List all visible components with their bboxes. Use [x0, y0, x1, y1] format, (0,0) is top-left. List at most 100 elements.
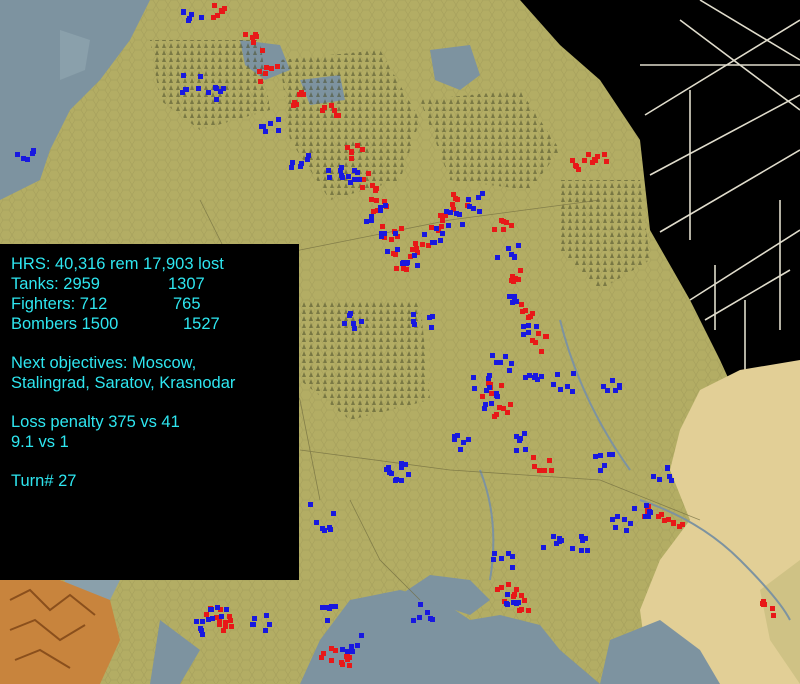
unit-counter[interactable] — [215, 13, 220, 18]
unit-counter[interactable] — [355, 143, 360, 148]
unit-counter[interactable] — [499, 556, 504, 561]
unit-counter[interactable] — [299, 90, 304, 95]
unit-counter[interactable] — [430, 314, 435, 319]
unit-counter[interactable] — [440, 218, 445, 223]
unit-counter[interactable] — [519, 593, 524, 598]
unit-counter[interactable] — [306, 153, 311, 158]
unit-counter[interactable] — [549, 468, 554, 473]
unit-counter[interactable] — [570, 546, 575, 551]
unit-counter[interactable] — [198, 74, 203, 79]
unit-counter[interactable] — [227, 614, 232, 619]
unit-counter[interactable] — [534, 324, 539, 329]
unit-counter[interactable] — [448, 210, 453, 215]
unit-counter[interactable] — [332, 108, 337, 113]
unit-counter[interactable] — [582, 158, 587, 163]
unit-counter[interactable] — [466, 437, 471, 442]
unit-counter[interactable] — [401, 266, 406, 271]
unit-counter[interactable] — [432, 240, 437, 245]
unit-counter[interactable] — [334, 113, 339, 118]
unit-counter[interactable] — [194, 619, 199, 624]
unit-counter[interactable] — [250, 622, 255, 627]
unit-counter[interactable] — [610, 517, 615, 522]
unit-counter[interactable] — [380, 224, 385, 229]
unit-counter[interactable] — [415, 263, 420, 268]
unit-counter[interactable] — [213, 85, 218, 90]
unit-counter[interactable] — [506, 551, 511, 556]
unit-counter[interactable] — [624, 528, 629, 533]
unit-counter[interactable] — [519, 302, 524, 307]
unit-counter[interactable] — [662, 518, 667, 523]
unit-counter[interactable] — [200, 619, 205, 624]
unit-counter[interactable] — [509, 223, 514, 228]
unit-counter[interactable] — [218, 89, 223, 94]
unit-counter[interactable] — [400, 261, 405, 266]
unit-counter[interactable] — [260, 48, 265, 53]
unit-counter[interactable] — [340, 647, 345, 652]
unit-counter[interactable] — [446, 223, 451, 228]
unit-counter[interactable] — [617, 383, 622, 388]
unit-counter[interactable] — [181, 10, 186, 15]
unit-counter[interactable] — [593, 454, 598, 459]
unit-counter[interactable] — [512, 592, 517, 597]
unit-counter[interactable] — [565, 384, 570, 389]
unit-counter[interactable] — [325, 618, 330, 623]
unit-counter[interactable] — [379, 231, 384, 236]
unit-counter[interactable] — [514, 601, 519, 606]
unit-counter[interactable] — [593, 158, 598, 163]
unit-counter[interactable] — [210, 616, 215, 621]
unit-counter[interactable] — [383, 203, 388, 208]
unit-counter[interactable] — [308, 502, 313, 507]
unit-counter[interactable] — [429, 325, 434, 330]
unit-counter[interactable] — [345, 145, 350, 150]
unit-counter[interactable] — [491, 557, 496, 562]
unit-counter[interactable] — [677, 524, 682, 529]
unit-counter[interactable] — [602, 463, 607, 468]
unit-counter[interactable] — [263, 71, 268, 76]
unit-counter[interactable] — [187, 16, 192, 21]
unit-counter[interactable] — [355, 643, 360, 648]
unit-counter[interactable] — [269, 66, 274, 71]
unit-counter[interactable] — [215, 605, 220, 610]
unit-counter[interactable] — [632, 506, 637, 511]
unit-counter[interactable] — [570, 158, 575, 163]
unit-counter[interactable] — [480, 394, 485, 399]
unit-counter[interactable] — [349, 644, 354, 649]
unit-counter[interactable] — [181, 73, 186, 78]
unit-counter[interactable] — [551, 534, 556, 539]
unit-counter[interactable] — [342, 321, 347, 326]
unit-counter[interactable] — [428, 616, 433, 621]
unit-counter[interactable] — [349, 156, 354, 161]
unit-counter[interactable] — [264, 613, 269, 618]
unit-counter[interactable] — [494, 360, 499, 365]
unit-counter[interactable] — [533, 340, 538, 345]
unit-counter[interactable] — [414, 246, 419, 251]
unit-counter[interactable] — [521, 332, 526, 337]
unit-counter[interactable] — [490, 353, 495, 358]
unit-counter[interactable] — [503, 354, 508, 359]
unit-counter[interactable] — [399, 226, 404, 231]
unit-counter[interactable] — [417, 615, 422, 620]
unit-counter[interactable] — [329, 103, 334, 108]
unit-counter[interactable] — [770, 606, 775, 611]
unit-counter[interactable] — [532, 375, 537, 380]
unit-counter[interactable] — [576, 167, 581, 172]
unit-counter[interactable] — [495, 255, 500, 260]
unit-counter[interactable] — [326, 168, 331, 173]
unit-counter[interactable] — [528, 314, 533, 319]
unit-counter[interactable] — [607, 452, 612, 457]
unit-counter[interactable] — [264, 65, 269, 70]
unit-counter[interactable] — [477, 209, 482, 214]
unit-counter[interactable] — [506, 246, 511, 251]
unit-counter[interactable] — [602, 152, 607, 157]
unit-counter[interactable] — [320, 108, 325, 113]
unit-counter[interactable] — [412, 253, 417, 258]
unit-counter[interactable] — [644, 503, 649, 508]
unit-counter[interactable] — [322, 528, 327, 533]
unit-counter[interactable] — [665, 465, 670, 470]
unit-counter[interactable] — [539, 374, 544, 379]
unit-counter[interactable] — [370, 183, 375, 188]
unit-counter[interactable] — [348, 311, 353, 316]
unit-counter[interactable] — [508, 402, 513, 407]
unit-counter[interactable] — [268, 121, 273, 126]
unit-counter[interactable] — [258, 79, 263, 84]
